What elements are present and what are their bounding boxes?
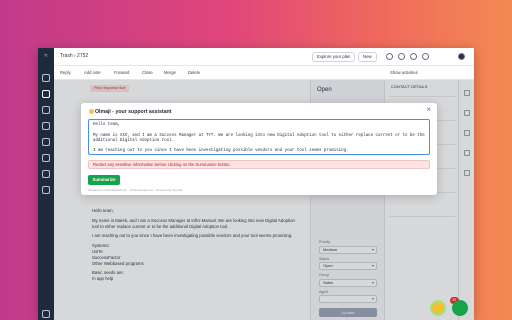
app-logo: ≈ <box>44 53 48 59</box>
apps-icon[interactable] <box>422 53 429 60</box>
reply-button[interactable]: Reply <box>60 70 71 75</box>
close-icon[interactable]: × <box>426 106 431 114</box>
apps-grid-icon[interactable] <box>42 310 50 318</box>
new-button[interactable]: New <box>358 52 377 62</box>
summarize-button[interactable]: Summarize <box>88 175 120 185</box>
dashboard-icon[interactable] <box>42 74 50 82</box>
forward-button[interactable]: Forward <box>114 70 129 75</box>
close-button[interactable]: Close <box>142 70 153 75</box>
add-note-button[interactable]: Add note <box>84 70 101 75</box>
assistant-modal: Olmaji - your support assistant × Hello … <box>81 103 437 195</box>
modal-footer: Created by Infinit Manual Ltd. · infinit… <box>88 188 183 192</box>
settings-icon[interactable] <box>42 186 50 194</box>
admin-icon[interactable] <box>42 170 50 178</box>
left-nav-rail: ≈ <box>38 48 54 320</box>
assistant-emoji-icon <box>89 109 94 114</box>
tickets-icon[interactable] <box>42 90 50 98</box>
merge-button[interactable]: Merge <box>164 70 176 75</box>
search-icon[interactable] <box>386 53 393 60</box>
top-bar: Trash › 2752 Explore your plan New <box>54 48 474 66</box>
help-icon[interactable] <box>410 53 417 60</box>
avatar[interactable] <box>458 53 465 60</box>
help-widget-icon[interactable] <box>452 300 468 316</box>
contacts-icon[interactable] <box>42 106 50 114</box>
explore-plan-button[interactable]: Explore your plan <box>312 52 356 62</box>
redact-warning: Redact any sensitive information before … <box>88 160 430 169</box>
message-textarea[interactable]: Hello team, My name is XXX, and I am a S… <box>88 119 430 155</box>
delete-button[interactable]: Delete <box>188 70 200 75</box>
book-icon[interactable] <box>42 122 50 130</box>
notification-icon[interactable] <box>398 53 405 60</box>
chat-icon[interactable] <box>42 138 50 146</box>
show-activities-button[interactable]: Show activities <box>390 70 418 75</box>
breadcrumb[interactable]: Trash › 2752 <box>60 53 88 59</box>
modal-title: Olmaji - your support assistant <box>95 109 172 115</box>
ticket-toolbar: Reply Add note Forward Close Merge Delet… <box>54 66 474 80</box>
assistant-widget-icon[interactable] <box>430 300 446 316</box>
reports-icon[interactable] <box>42 154 50 162</box>
